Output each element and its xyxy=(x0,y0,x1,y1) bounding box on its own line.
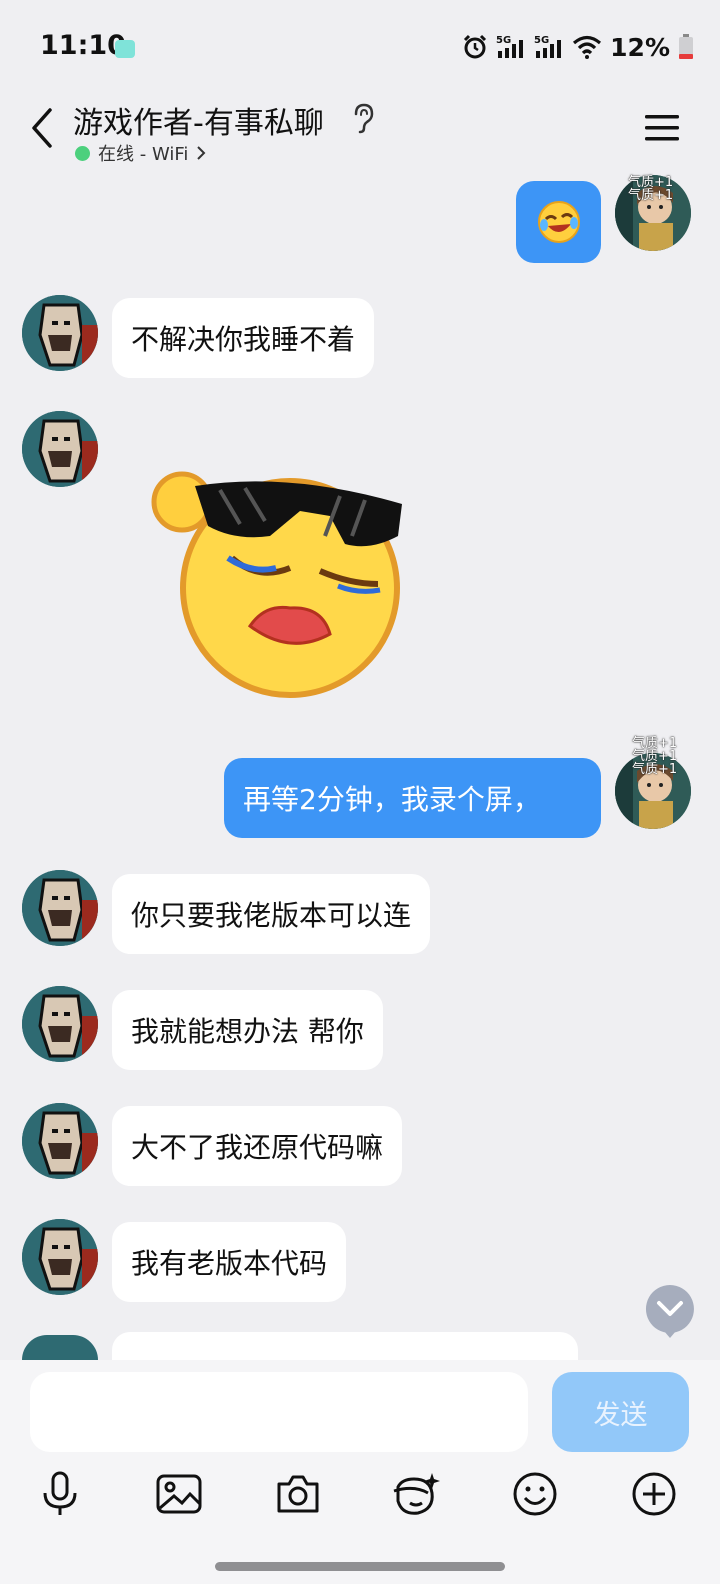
laughing-tears-emoji xyxy=(537,201,580,243)
contact-avatar[interactable] xyxy=(22,986,98,1062)
contact-avatar[interactable] xyxy=(22,1219,98,1295)
sticker-button[interactable] xyxy=(390,1468,442,1520)
sunglasses-sleepy-sticker xyxy=(151,471,402,698)
contact-avatar[interactable] xyxy=(22,1335,98,1360)
status-time: 11:10 xyxy=(40,30,126,61)
chat-screen: 11:10 5G 5G 12% 游戏作者-有事私聊 在线 - WiFi 气质+1… xyxy=(0,0,720,1584)
message-bubble-in-partial[interactable] xyxy=(112,1332,578,1360)
contact-avatar-image xyxy=(22,1103,98,1179)
message-bubble-in[interactable]: 不解决你我睡不着 xyxy=(112,298,375,378)
composer-toolbar xyxy=(0,1468,720,1528)
message-bubble-out[interactable]: 再等2分钟，我录个屏， xyxy=(224,758,601,838)
contact-avatar[interactable] xyxy=(22,295,98,371)
wifi-icon xyxy=(573,35,602,59)
signal-icon: 5G xyxy=(496,35,524,58)
scroll-to-bottom-button[interactable] xyxy=(644,1283,696,1339)
contact-avatar-image xyxy=(22,986,98,1062)
signal-icon-2: 5G xyxy=(534,35,562,58)
emoji-button[interactable] xyxy=(509,1468,561,1520)
contact-avatar[interactable] xyxy=(22,411,98,487)
message-bubble-in[interactable]: 我就能想办法 帮你 xyxy=(112,990,383,1070)
image-button[interactable] xyxy=(153,1468,205,1520)
message-input[interactable] xyxy=(30,1372,528,1452)
image-icon xyxy=(156,1474,202,1514)
presence-text: 在线 - WiFi xyxy=(98,144,189,165)
plus-icon xyxy=(632,1472,676,1516)
emoji-icon xyxy=(513,1472,557,1516)
online-dot xyxy=(75,145,90,161)
microphone-icon xyxy=(43,1471,77,1515)
more-button[interactable] xyxy=(628,1468,680,1520)
ear-icon[interactable] xyxy=(350,102,376,134)
contact-avatar-image xyxy=(22,295,98,371)
message-bubble-in[interactable]: 我有老版本代码 xyxy=(112,1222,347,1302)
presence-status[interactable]: 在线 - WiFi xyxy=(75,140,206,166)
composer: 发送 xyxy=(0,1360,720,1584)
menu-icon[interactable] xyxy=(642,108,682,148)
sticker-face-icon xyxy=(393,1473,440,1515)
message-bubble-in[interactable]: 大不了我还原代码嘛 xyxy=(112,1106,403,1186)
network-label-1: 5G xyxy=(496,35,511,46)
camera-button[interactable] xyxy=(272,1468,324,1520)
self-badge: 气质+1 气质+1 气质+1 xyxy=(632,737,677,776)
chat-title[interactable]: 游戏作者-有事私聊 xyxy=(73,98,324,142)
contact-avatar[interactable] xyxy=(22,1103,98,1179)
send-button[interactable]: 发送 xyxy=(552,1372,689,1452)
app-notification-icon xyxy=(115,40,135,58)
self-badge-line: 气质+1 xyxy=(632,762,678,777)
contact-avatar[interactable] xyxy=(22,870,98,946)
contact-avatar-image xyxy=(22,1219,98,1295)
network-label-2: 5G xyxy=(534,35,549,46)
alarm-icon xyxy=(464,34,487,59)
voice-button[interactable] xyxy=(34,1468,86,1520)
battery-percent: 12% xyxy=(610,32,670,62)
status-icons: 5G 5G 12% xyxy=(462,32,694,62)
contact-avatar-image xyxy=(22,870,98,946)
self-badge-line: 气质+1 xyxy=(628,188,674,203)
camera-icon xyxy=(277,1475,319,1513)
back-icon xyxy=(32,108,52,148)
back-button[interactable] xyxy=(22,104,62,152)
message-bubble-in[interactable]: 你只要我佬版本可以连 xyxy=(112,874,431,954)
chat-header: 游戏作者-有事私聊 在线 - WiFi xyxy=(0,90,720,176)
battery-icon xyxy=(679,34,693,59)
self-badge: 气质+1 气质+1 xyxy=(628,176,673,202)
chevron-right-icon xyxy=(197,146,206,160)
home-indicator[interactable] xyxy=(215,1562,505,1571)
contact-avatar-image xyxy=(22,411,98,487)
message-bubble-out[interactable] xyxy=(516,181,601,263)
status-bar: 11:10 5G 5G 12% xyxy=(0,0,720,90)
sticker-message[interactable] xyxy=(140,466,410,701)
